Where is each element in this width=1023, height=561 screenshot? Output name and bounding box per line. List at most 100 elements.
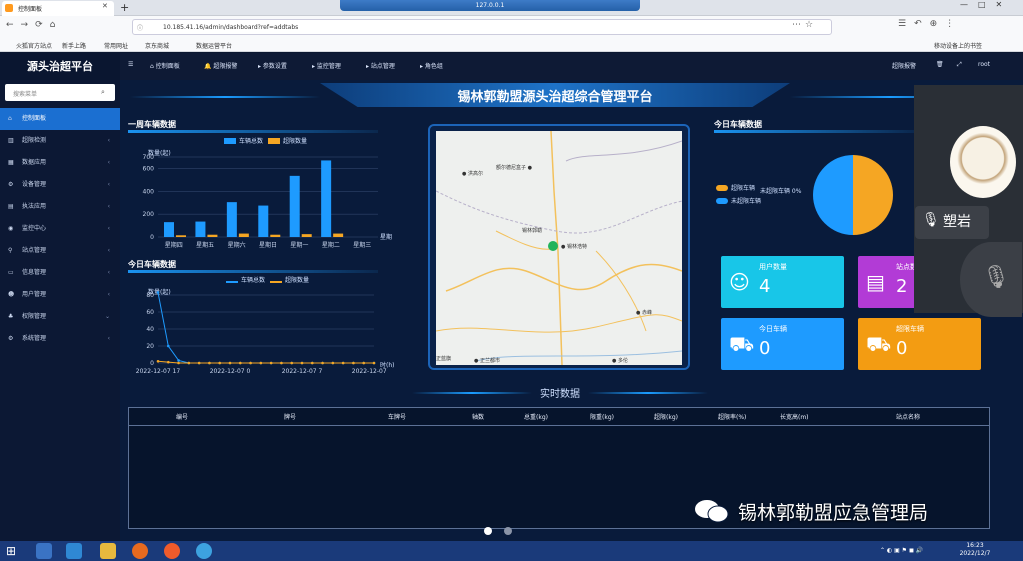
stat-card-today[interactable]: ⛟ 今日车辆 0 xyxy=(721,318,844,370)
trash-icon[interactable]: 🗑 xyxy=(936,61,944,68)
firefox-icon[interactable] xyxy=(132,543,148,559)
user-icon: ☻ xyxy=(8,291,15,298)
series-line xyxy=(157,292,374,364)
data-point xyxy=(197,361,201,365)
card-value: 2 xyxy=(896,276,908,297)
table-header xyxy=(128,408,990,426)
tab-favicon-icon xyxy=(5,4,13,12)
toolbar-icons[interactable]: ☰↶⊕⋮ xyxy=(898,19,962,29)
bar xyxy=(195,221,206,237)
taskbar-app[interactable] xyxy=(164,543,180,559)
deco-line xyxy=(412,392,532,394)
window-controls[interactable]: —□✕ xyxy=(960,0,1012,9)
data-point xyxy=(166,360,170,364)
url-actions[interactable]: ⋯☆ xyxy=(792,20,817,30)
map-label: ● 赤峰 xyxy=(636,310,652,316)
bar xyxy=(207,234,218,237)
taskbar-app[interactable] xyxy=(66,543,82,559)
dot[interactable] xyxy=(504,527,512,535)
data-point xyxy=(259,361,263,365)
new-tab-button[interactable]: + xyxy=(120,1,129,14)
bookmark-item[interactable]: 常用网址 xyxy=(104,41,128,50)
map-view[interactable]: ● 洪高尔 额尔德尼盒子 ● 锡林郭勒 ● 锡林浩特 ● 赤峰 ● 多伦 正蓝旗… xyxy=(436,131,682,365)
app-logo[interactable]: 源头治超平台 xyxy=(0,53,120,80)
camera-icon: ◉ xyxy=(8,225,14,232)
bookmark-item[interactable]: 新手上路 xyxy=(62,41,86,50)
carousel-dots[interactable] xyxy=(484,527,524,537)
sidebar-item-sites[interactable]: ⚲ 站点管理 ‹ xyxy=(0,240,120,262)
tab-close-icon[interactable]: ✕ xyxy=(102,2,108,10)
bar xyxy=(333,233,344,237)
nav-tab-sites[interactable]: ▸ 站点管理 xyxy=(366,61,395,70)
sidebar-item-monitor[interactable]: ◉ 监控中心 ‹ xyxy=(0,218,120,240)
bar xyxy=(226,202,237,237)
alarm-link[interactable]: 超限报警 xyxy=(892,61,916,70)
navigation-buttons[interactable]: ←→⟳⌂ xyxy=(6,20,62,30)
card-value: 0 xyxy=(896,338,908,359)
sidebar-item-users[interactable]: ☻ 用户管理 ‹ xyxy=(0,284,120,306)
dot[interactable] xyxy=(484,527,492,535)
menu-toggle-icon[interactable]: ☰ xyxy=(128,61,133,68)
data-point xyxy=(238,361,242,365)
y-tick-label: 400 xyxy=(143,188,155,195)
sidebar-item-detect[interactable]: ▥ 超限检测 ‹ xyxy=(0,130,120,152)
stat-card-over[interactable]: ⛟ 超限车辆 0 xyxy=(858,318,981,370)
folder-icon[interactable] xyxy=(100,543,116,559)
bookmark-item[interactable]: 火狐官方站点 xyxy=(16,41,52,50)
sidebar-item-law[interactable]: ▤ 执法应用 ‹ xyxy=(0,196,120,218)
nav-tab-dashboard[interactable]: ⌂ 控制面板 xyxy=(150,61,180,70)
legend-normal: 未超限车辆 xyxy=(716,196,761,205)
bar xyxy=(164,222,174,237)
bookmark-item[interactable]: 京东商城 xyxy=(145,41,169,50)
column-header: 限重(kg) xyxy=(590,414,614,421)
data-point xyxy=(290,361,294,365)
x-tick-label: 星期一 xyxy=(290,241,308,249)
url-input[interactable]: 10.185.41.16/admin/dashboard?ref=addtabs xyxy=(132,19,832,35)
site-info-icon[interactable]: ⓘ xyxy=(137,23,143,32)
data-point xyxy=(352,361,355,365)
sidebar-item-data[interactable]: ▦ 数据应用 ‹ xyxy=(0,152,120,174)
sidebar-item-perm[interactable]: ♣ 权限管理 ⌄ xyxy=(0,306,120,328)
data-point xyxy=(280,361,283,365)
nav-tab-roles[interactable]: ▸ 角色组 xyxy=(420,61,443,70)
column-header: 超限(kg) xyxy=(654,414,678,421)
realtime-title: 实时数据 xyxy=(540,389,580,400)
sidebar-item-system[interactable]: ⚙ 系统管理 ‹ xyxy=(0,328,120,350)
browser-tab[interactable]: 控制面板 xyxy=(2,1,114,16)
nav-tab-params[interactable]: ▸ 参数设置 xyxy=(258,61,287,70)
today-chart-title: 今日车辆数据 xyxy=(128,260,176,269)
bookmark-item[interactable]: 数据运营平台 xyxy=(196,41,232,50)
truck-icon: ⛟ xyxy=(866,332,892,356)
map-roads xyxy=(436,131,682,365)
search-icon[interactable]: ⌕ xyxy=(101,88,105,97)
clock: 16:23 2022/12/7 xyxy=(959,542,991,557)
map-marker-icon[interactable] xyxy=(548,241,558,251)
chevron-left-icon: ‹ xyxy=(107,181,110,188)
x-tick-label: 2022-12-07 14 xyxy=(352,368,388,375)
wechat-icon xyxy=(695,500,729,523)
system-tray[interactable]: ⌃ ◐ ▣ ⚑ ◼ 🔊 xyxy=(880,547,923,554)
menu-search-input[interactable]: 搜索菜单 xyxy=(5,84,115,101)
deco-line xyxy=(130,96,320,98)
bar xyxy=(270,234,281,237)
chrome-icon[interactable] xyxy=(196,543,212,559)
fullscreen-icon[interactable]: ⤢ xyxy=(957,61,962,69)
column-header: 编号 xyxy=(176,414,189,421)
y-tick-label: 0 xyxy=(150,360,154,367)
column-header: 牌号 xyxy=(284,414,297,421)
nav-tab-alarm[interactable]: 🔔 超限报警 xyxy=(204,61,237,70)
nav-tab-monitor[interactable]: ▸ 监控管理 xyxy=(312,61,341,70)
chevron-down-icon: ⌄ xyxy=(104,313,110,320)
stat-card-users[interactable]: ☺ 用户数量 4 xyxy=(721,256,844,308)
mobile-bookmarks[interactable]: 移动设备上的书签 xyxy=(934,41,982,50)
sidebar-item-info[interactable]: ▭ 信息管理 ‹ xyxy=(0,262,120,284)
data-point xyxy=(166,344,170,348)
data-point xyxy=(218,361,222,365)
taskbar-app[interactable] xyxy=(36,543,52,559)
list-icon: ▤ xyxy=(866,270,885,294)
card-value: 4 xyxy=(759,276,771,297)
sidebar-item-dashboard[interactable]: ⌂ 控制面板 xyxy=(0,108,120,130)
start-button[interactable]: ⊞ xyxy=(6,544,16,558)
sidebar-item-devices[interactable]: ⚙ 设备管理 ‹ xyxy=(0,174,120,196)
user-menu[interactable]: root xyxy=(978,61,990,68)
